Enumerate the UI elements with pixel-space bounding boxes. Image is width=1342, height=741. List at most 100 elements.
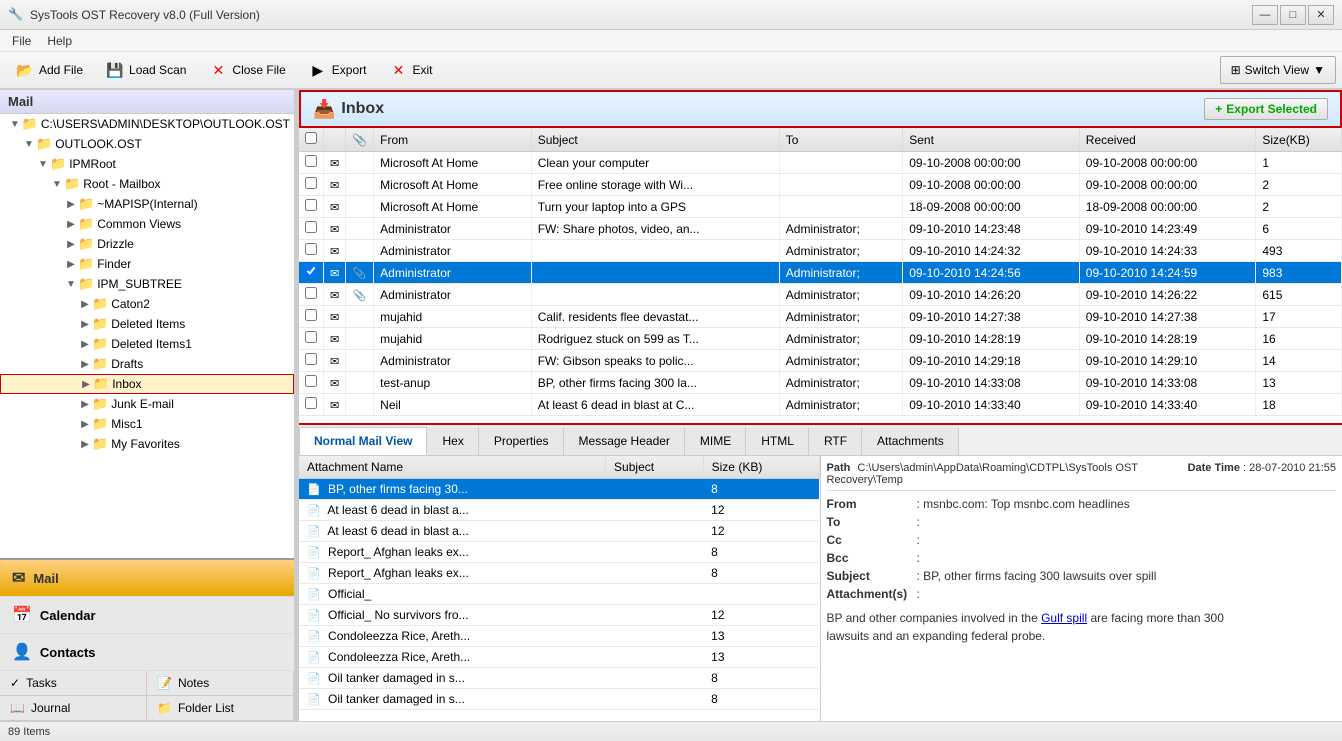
attach-row[interactable]: 📄 Oil tanker damaged in s... 8 bbox=[299, 689, 819, 710]
expand-icon-myfav[interactable]: ▶ bbox=[78, 437, 92, 451]
email-checkbox-cell[interactable] bbox=[299, 394, 324, 416]
email-checkbox[interactable] bbox=[305, 265, 317, 277]
email-row[interactable]: ✉ mujahid Calif. residents flee devastat… bbox=[299, 306, 1342, 328]
attach-row[interactable]: 📄 At least 6 dead in blast a... 12 bbox=[299, 521, 819, 542]
expand-icon-commonviews[interactable]: ▶ bbox=[64, 217, 78, 231]
attach-row[interactable]: 📄 BP, other firms facing 30... 8 bbox=[299, 479, 819, 500]
email-checkbox[interactable] bbox=[305, 353, 317, 365]
tree-myfav-content[interactable]: ▶ 📁 My Favorites bbox=[0, 434, 294, 454]
email-row[interactable]: ✉ Neil At least 6 dead in blast at C... … bbox=[299, 394, 1342, 416]
tab-normal-mail-view[interactable]: Normal Mail View bbox=[299, 427, 427, 455]
email-checkbox[interactable] bbox=[305, 199, 317, 211]
tab-html[interactable]: HTML bbox=[746, 427, 809, 455]
tab-rtf[interactable]: RTF bbox=[809, 427, 862, 455]
tree-ipmroot-content[interactable]: ▼ 📁 IPMRoot bbox=[0, 154, 294, 174]
col-checkbox[interactable] bbox=[299, 128, 324, 152]
email-row[interactable]: ✉ Microsoft At Home Free online storage … bbox=[299, 174, 1342, 196]
attach-col-size[interactable]: Size (KB) bbox=[703, 456, 819, 479]
email-checkbox[interactable] bbox=[305, 221, 317, 233]
expand-icon-ipmroot[interactable]: ▼ bbox=[36, 157, 50, 171]
expand-icon-ipmsubtree[interactable]: ▼ bbox=[64, 277, 78, 291]
email-checkbox[interactable] bbox=[305, 397, 317, 409]
tree-mapips-content[interactable]: ▶ 📁 ~MAPISP(Internal) bbox=[0, 194, 294, 214]
add-file-button[interactable]: 📂 Add File bbox=[6, 56, 92, 84]
tab-attachments[interactable]: Attachments bbox=[862, 427, 959, 455]
email-row[interactable]: ✉ Administrator Administrator; 09-10-201… bbox=[299, 240, 1342, 262]
email-row[interactable]: ✉ Administrator FW: Gibson speaks to pol… bbox=[299, 350, 1342, 372]
tree-caton2-content[interactable]: ▶ 📁 Caton2 bbox=[0, 294, 294, 314]
expand-icon-deleted[interactable]: ▶ bbox=[78, 317, 92, 331]
nav-item-journal[interactable]: 📖 Journal bbox=[0, 696, 147, 721]
col-subject[interactable]: Subject bbox=[531, 128, 779, 152]
email-row[interactable]: ✉ mujahid Rodriguez stuck on 599 as T...… bbox=[299, 328, 1342, 350]
tree-ipmsubtree-content[interactable]: ▼ 📁 IPM_SUBTREE bbox=[0, 274, 294, 294]
attach-row[interactable]: 📄 Report_ Afghan leaks ex... 8 bbox=[299, 563, 819, 584]
export-button[interactable]: ▶ Export bbox=[299, 56, 376, 84]
nav-item-mail[interactable]: ✉ Mail bbox=[0, 560, 294, 597]
attach-row[interactable]: 📄 At least 6 dead in blast a... 12 bbox=[299, 500, 819, 521]
expand-icon-finder[interactable]: ▶ bbox=[64, 257, 78, 271]
expand-icon-junk[interactable]: ▶ bbox=[78, 397, 92, 411]
email-checkbox-cell[interactable] bbox=[299, 218, 324, 240]
exit-button[interactable]: ✕ Exit bbox=[379, 56, 441, 84]
email-row[interactable]: ✉ Microsoft At Home Turn your laptop int… bbox=[299, 196, 1342, 218]
email-row[interactable]: ✉ test-anup BP, other firms facing 300 l… bbox=[299, 372, 1342, 394]
minimize-button[interactable]: — bbox=[1252, 5, 1278, 25]
close-file-button[interactable]: ✕ Close File bbox=[199, 56, 294, 84]
email-checkbox[interactable] bbox=[305, 177, 317, 189]
col-to[interactable]: To bbox=[779, 128, 902, 152]
email-checkbox[interactable] bbox=[305, 287, 317, 299]
tree-commonviews-content[interactable]: ▶ 📁 Common Views bbox=[0, 214, 294, 234]
attach-row[interactable]: 📄 Official_ bbox=[299, 584, 819, 605]
tree-deleted-content[interactable]: ▶ 📁 Deleted Items bbox=[0, 314, 294, 334]
expand-icon-drafts[interactable]: ▶ bbox=[78, 357, 92, 371]
email-checkbox-cell[interactable] bbox=[299, 152, 324, 174]
tab-hex[interactable]: Hex bbox=[427, 427, 478, 455]
expand-icon-mapips[interactable]: ▶ bbox=[64, 197, 78, 211]
email-checkbox-cell[interactable] bbox=[299, 174, 324, 196]
attach-col-subject[interactable]: Subject bbox=[606, 456, 704, 479]
expand-icon-rootmailbox[interactable]: ▼ bbox=[50, 177, 64, 191]
attach-row[interactable]: 📄 Condoleezza Rice, Areth... 13 bbox=[299, 626, 819, 647]
maximize-button[interactable]: □ bbox=[1280, 5, 1306, 25]
attach-row[interactable]: 📄 Condoleezza Rice, Areth... 13 bbox=[299, 647, 819, 668]
nav-item-calendar[interactable]: 📅 Calendar bbox=[0, 597, 294, 634]
email-checkbox[interactable] bbox=[305, 243, 317, 255]
email-table-container[interactable]: 📎 From Subject To Sent Received Size(KB)… bbox=[299, 128, 1342, 423]
tree-finder-content[interactable]: ▶ 📁 Finder bbox=[0, 254, 294, 274]
tab-message-header[interactable]: Message Header bbox=[564, 427, 685, 455]
tree-inbox-content[interactable]: ▶ 📁 Inbox bbox=[0, 374, 294, 394]
email-checkbox-cell[interactable] bbox=[299, 284, 324, 306]
tree-view[interactable]: ▼ 📁 C:\USERS\ADMIN\DESKTOP\OUTLOOK.OST ▼… bbox=[0, 114, 294, 558]
tree-root-content[interactable]: ▼ 📁 C:\USERS\ADMIN\DESKTOP\OUTLOOK.OST bbox=[0, 114, 294, 134]
expand-icon-deleted1[interactable]: ▶ bbox=[78, 337, 92, 351]
expand-icon-drizzle[interactable]: ▶ bbox=[64, 237, 78, 251]
col-from[interactable]: From bbox=[374, 128, 532, 152]
nav-item-tasks[interactable]: ✓ Tasks bbox=[0, 671, 147, 696]
attachment-list[interactable]: Attachment Name Subject Size (KB) 📄 BP, … bbox=[299, 456, 821, 721]
nav-item-folderlist[interactable]: 📁 Folder List bbox=[147, 696, 294, 721]
col-size[interactable]: Size(KB) bbox=[1256, 128, 1342, 152]
email-checkbox-cell[interactable] bbox=[299, 306, 324, 328]
col-sent[interactable]: Sent bbox=[903, 128, 1080, 152]
tab-properties[interactable]: Properties bbox=[479, 427, 564, 455]
email-checkbox[interactable] bbox=[305, 155, 317, 167]
tree-drafts-content[interactable]: ▶ 📁 Drafts bbox=[0, 354, 294, 374]
email-checkbox-cell[interactable] bbox=[299, 196, 324, 218]
tree-outlook-content[interactable]: ▼ 📁 OUTLOOK.OST bbox=[0, 134, 294, 154]
email-checkbox-cell[interactable] bbox=[299, 240, 324, 262]
nav-item-contacts[interactable]: 👤 Contacts bbox=[0, 634, 294, 671]
tab-mime[interactable]: MIME bbox=[685, 427, 746, 455]
tree-rootmailbox-content[interactable]: ▼ 📁 Root - Mailbox bbox=[0, 174, 294, 194]
tree-junk-content[interactable]: ▶ 📁 Junk E-mail bbox=[0, 394, 294, 414]
attach-row[interactable]: 📄 Report_ Afghan leaks ex... 8 bbox=[299, 542, 819, 563]
close-button[interactable]: ✕ bbox=[1308, 5, 1334, 25]
email-checkbox[interactable] bbox=[305, 309, 317, 321]
tree-deleted1-content[interactable]: ▶ 📁 Deleted Items1 bbox=[0, 334, 294, 354]
expand-icon-outlook[interactable]: ▼ bbox=[22, 137, 36, 151]
select-all-checkbox[interactable] bbox=[305, 132, 317, 144]
email-row[interactable]: ✉ Microsoft At Home Clean your computer … bbox=[299, 152, 1342, 174]
attach-row[interactable]: 📄 Official_ No survivors fro... 12 bbox=[299, 605, 819, 626]
email-checkbox-cell[interactable] bbox=[299, 328, 324, 350]
load-scan-button[interactable]: 💾 Load Scan bbox=[96, 56, 195, 84]
